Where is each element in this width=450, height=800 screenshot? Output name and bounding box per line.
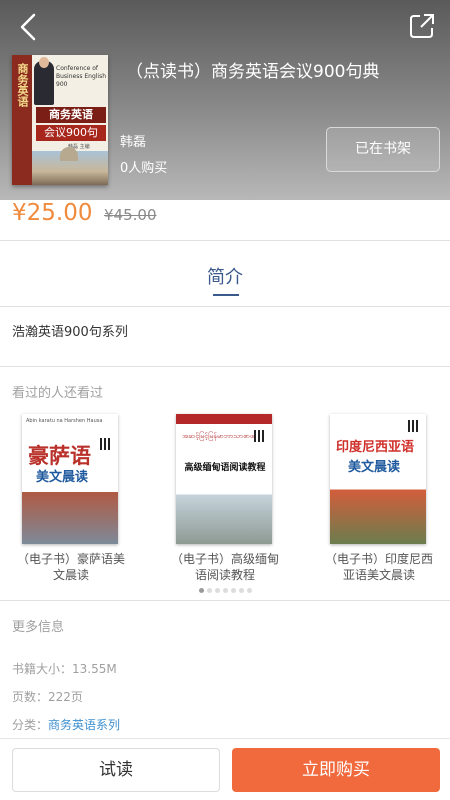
book-cover[interactable]: 商务英语 Conference of Business English 900 … — [12, 55, 108, 185]
cover-title-line2: 会议900句 — [36, 125, 106, 141]
divider — [0, 306, 450, 307]
info-size-row: 书籍大小：13.55M — [12, 660, 117, 677]
cover-title-blue: 美文晨读 — [36, 470, 89, 485]
cover-burmese-text: အဆင့်မြင့်မြန်မာဘာသာစာဖတ် — [182, 432, 261, 440]
carousel-dot[interactable] — [198, 588, 204, 593]
cover-title-blue: 美文晨读 — [348, 460, 401, 475]
carousel-dot[interactable] — [214, 588, 220, 593]
back-button[interactable] — [14, 12, 44, 42]
info-pages-row: 页数：222页 — [12, 688, 83, 705]
intro-text: 浩瀚英语900句系列 — [12, 325, 128, 340]
divider — [0, 240, 450, 241]
on-shelf-button[interactable]: 已在书架 — [326, 127, 440, 172]
action-bar: 试读 立即购买 — [0, 738, 450, 800]
trial-read-button[interactable]: 试读 — [12, 748, 220, 792]
buyer-count: 0人购买 — [120, 161, 168, 176]
carousel-dot[interactable] — [206, 588, 212, 593]
share-button[interactable] — [408, 12, 436, 40]
recommend-cover: Abin karatu na Harshen Hausa 豪萨语 美文晨读 — [22, 414, 118, 544]
qr-code-icon — [254, 430, 266, 442]
tab-intro[interactable]: 简介 — [180, 263, 270, 289]
cover-title-line1: 商务英语 — [36, 107, 106, 123]
divider — [0, 600, 450, 601]
cover-english-title: Conference of Business English 900 — [56, 65, 107, 88]
price-row: ¥25.00 ¥45.00 — [12, 200, 442, 232]
divider — [0, 366, 450, 367]
carousel-dot[interactable] — [238, 588, 244, 593]
cover-title: 高级缅甸语阅读教程 — [184, 463, 266, 473]
info-category-label: 分类： — [12, 718, 49, 732]
book-header: 商务英语 Conference of Business English 900 … — [0, 0, 450, 200]
carousel-dot[interactable] — [222, 588, 228, 593]
info-size-value: 13.55M — [72, 662, 117, 676]
buy-now-button[interactable]: 立即购买 — [232, 748, 440, 792]
original-price: ¥45.00 — [104, 206, 157, 224]
category-link[interactable]: 商务英语系列 — [48, 718, 120, 732]
cover-top-bar — [176, 414, 272, 424]
info-size-label: 书籍大小： — [12, 662, 73, 676]
carousel-dot[interactable] — [246, 588, 252, 593]
current-price: ¥25.00 — [12, 200, 93, 226]
book-title: （点读书）商务英语会议900句典 — [126, 62, 380, 82]
carousel-dots — [0, 588, 450, 594]
cover-spine-text: 商务英语 — [16, 63, 29, 107]
carousel-dot[interactable] — [230, 588, 236, 593]
recommend-caption: （电子书）豪萨语美文晨读 — [16, 552, 125, 582]
cover-small-text: Abin karatu na Harshen Hausa — [26, 418, 103, 424]
recommend-cover: 印度尼西亚语 美文晨读 — [330, 414, 426, 544]
recommend-caption: （电子书）印度尼西亚语美文晨读 — [324, 552, 433, 582]
share-out-icon — [410, 14, 434, 38]
cover-person-head — [39, 57, 49, 68]
info-pages-label: 页数： — [12, 690, 49, 704]
more-info-label: 更多信息 — [12, 620, 65, 635]
chevron-left-icon — [20, 13, 36, 41]
info-category-row: 分类：商务英语系列 — [12, 716, 120, 733]
recommend-label: 看过的人还看过 — [12, 386, 104, 401]
book-author[interactable]: 韩磊 — [120, 131, 146, 150]
recommend-cover: အဆင့်မြင့်မြန်မာဘာသာစာဖတ် 高级缅甸语阅读教程 — [176, 414, 272, 544]
tab-active-indicator — [213, 294, 239, 296]
info-pages-value: 222页 — [48, 690, 83, 704]
cover-dome — [60, 147, 78, 161]
qr-code-icon — [100, 438, 112, 450]
qr-code-icon — [408, 420, 420, 432]
cover-title-red: 印度尼西亚语 — [336, 440, 415, 455]
recommend-caption: （电子书）高级缅甸语阅读教程 — [170, 552, 279, 582]
